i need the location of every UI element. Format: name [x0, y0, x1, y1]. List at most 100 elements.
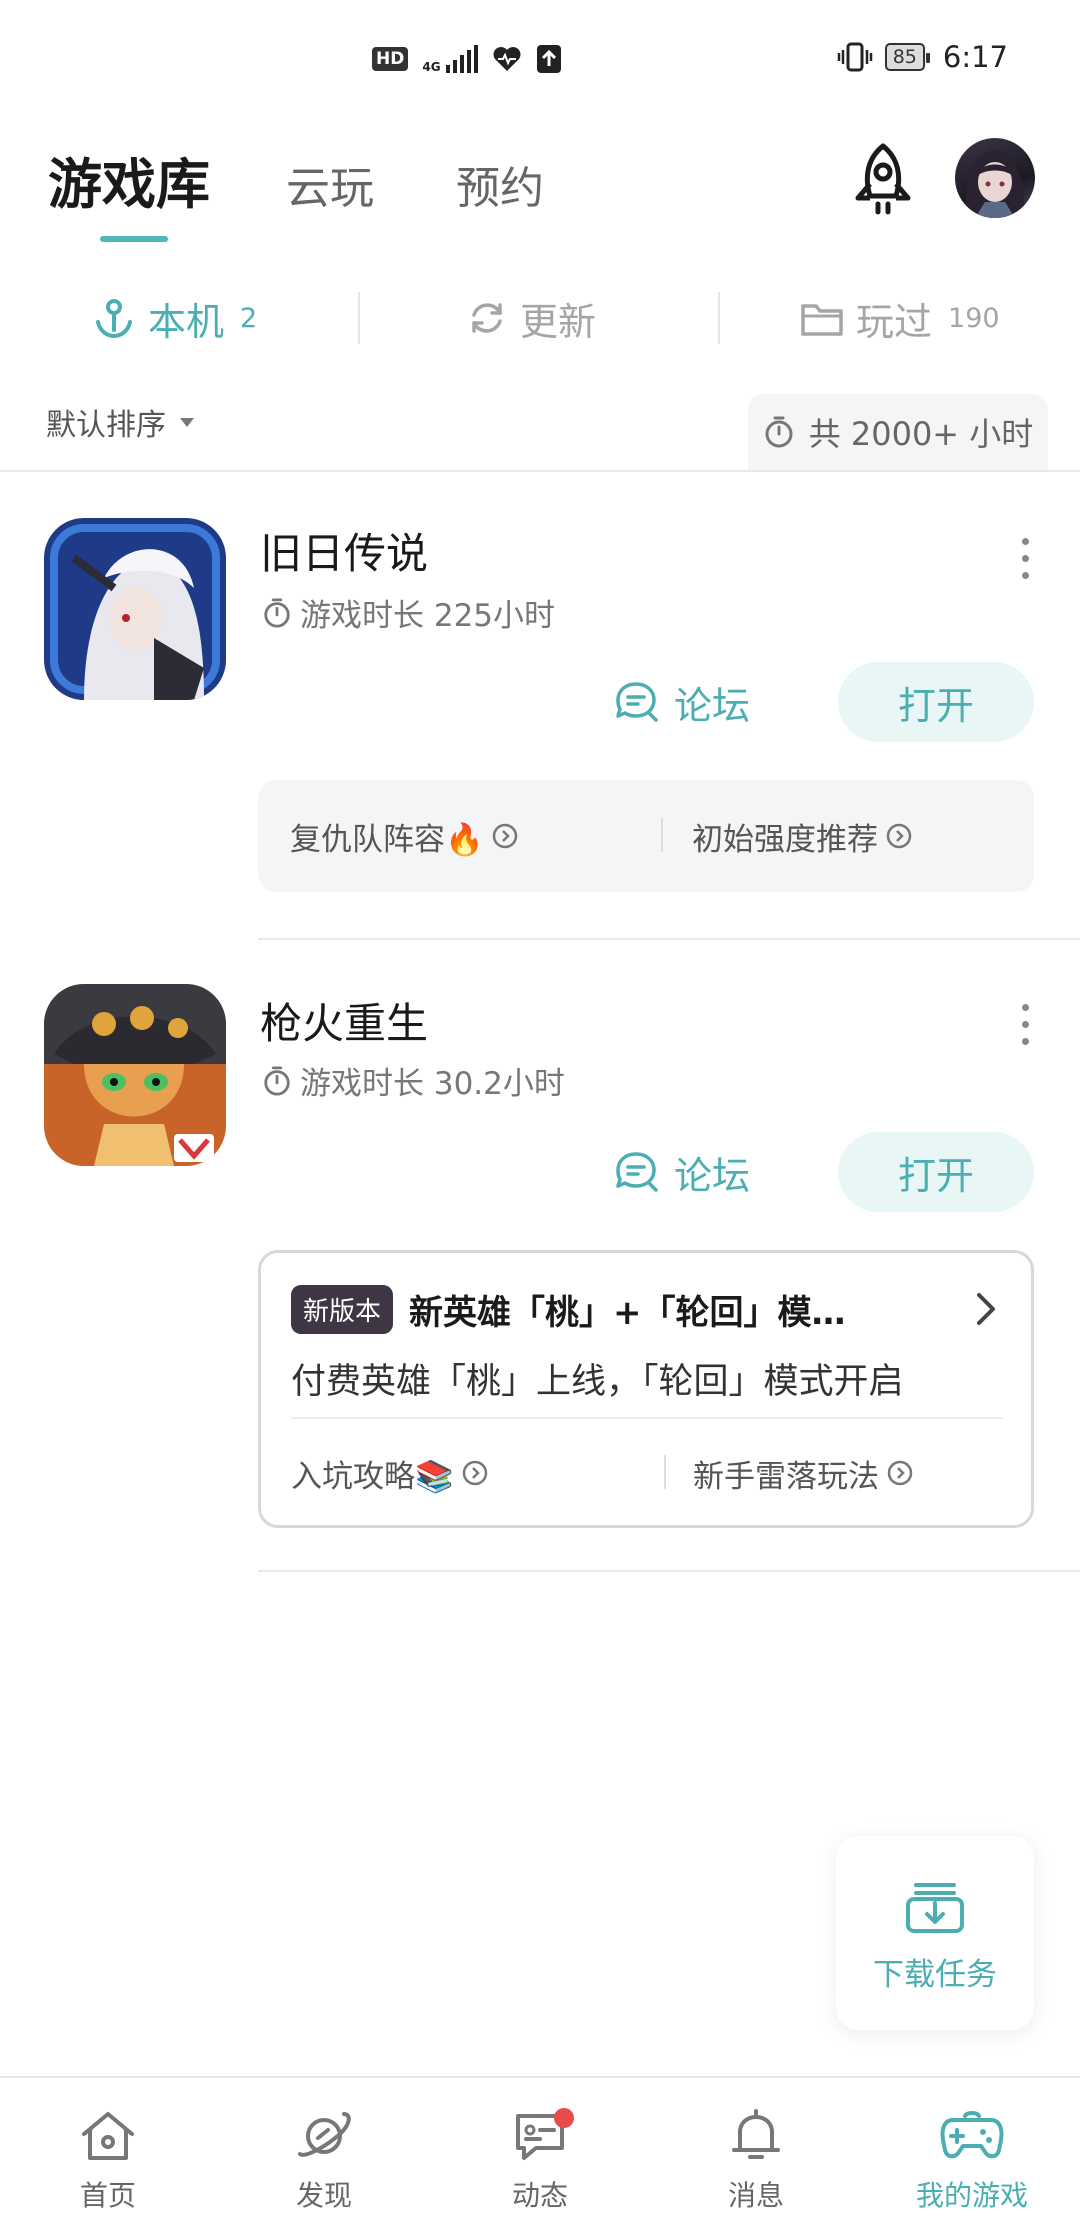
divider — [664, 1455, 666, 1489]
divider — [358, 292, 360, 344]
refresh-icon — [472, 303, 502, 333]
tab-reservation[interactable]: 预约 — [456, 152, 544, 216]
signal-icon: 4G — [422, 45, 479, 73]
more-options-icon[interactable] — [1018, 538, 1032, 579]
nav-label: 消息 — [727, 2179, 784, 2212]
total-playtime-label: 共 2000+ 小时 — [808, 415, 1034, 453]
clock: 6:17 — [942, 40, 1008, 74]
sub-tab-update[interactable]: 更新 — [466, 280, 596, 356]
nav-label: 动态 — [511, 2179, 568, 2212]
forum-label: 论坛 — [674, 683, 751, 728]
download-tasks-button[interactable]: 下载任务 — [836, 1836, 1034, 2030]
sub-tab-played-label: 玩过 — [856, 299, 933, 344]
sub-tab-local[interactable]: 本机 2 — [92, 280, 257, 356]
game-title: 旧日传说 — [260, 529, 429, 578]
tab-game-library[interactable]: 游戏库 — [48, 140, 210, 242]
news-title[interactable]: 新英雄「桃」+「轮回」模… — [409, 1285, 929, 1334]
news-badge: 新版本 — [291, 1285, 394, 1334]
stopwatch-icon — [264, 597, 290, 628]
forum-button[interactable]: 论坛 — [614, 1132, 750, 1212]
anchor-icon — [96, 299, 132, 339]
divider — [258, 1570, 1080, 1572]
nav-item-my-games[interactable]: 我的游戏 — [864, 2078, 1080, 2228]
hd-icon: HD — [372, 47, 409, 71]
arrow-circle-icon — [887, 1460, 913, 1486]
sort-dropdown[interactable]: 默认排序 — [46, 400, 194, 444]
tip-link[interactable]: 复仇队阵容🔥 — [290, 780, 518, 892]
caret-down-icon — [180, 417, 194, 427]
tip-label: 初始强度推荐 — [692, 821, 878, 858]
sub-tab-local-count: 2 — [240, 302, 258, 334]
stopwatch-icon — [765, 416, 793, 448]
upload-icon — [537, 45, 562, 73]
folder-icon — [801, 304, 843, 336]
download-icon — [906, 1882, 964, 1933]
divider — [661, 818, 663, 852]
game-title: 枪火重生 — [260, 999, 429, 1048]
more-options-icon[interactable] — [1018, 1004, 1032, 1045]
sub-tab-played-count: 190 — [948, 302, 1000, 334]
bell-icon — [732, 2109, 780, 2159]
game-playtime: 游戏时长 225小时 — [262, 590, 555, 635]
open-button[interactable]: 打开 — [838, 1132, 1034, 1212]
tip-link[interactable]: 新手雷落玩法 — [693, 1423, 913, 1523]
game-playtime: 游戏时长 30.2小时 — [262, 1058, 565, 1103]
sub-tab-played[interactable]: 玩过 190 — [800, 280, 1000, 356]
divider — [291, 1417, 1003, 1419]
nav-item-discover[interactable]: 发现 — [216, 2078, 432, 2228]
news-tips: 入坑攻略📚 新手雷落玩法 — [261, 1423, 1037, 1523]
game-playtime-label: 游戏时长 225小时 — [300, 598, 556, 634]
tip-label: 入坑攻略📚 — [291, 1458, 454, 1495]
avatar[interactable] — [955, 138, 1035, 218]
game-playtime-label: 游戏时长 30.2小时 — [300, 1066, 565, 1102]
sub-tab-bar: 本机 2 更新 玩过 190 — [0, 280, 1080, 360]
forum-label: 论坛 — [674, 1153, 751, 1198]
nav-item-home[interactable]: 首页 — [0, 2078, 216, 2228]
divider — [0, 470, 1080, 472]
status-bar: HD 4G 85 6:17 — [0, 0, 1080, 120]
tab-cloud-play[interactable]: 云玩 — [286, 152, 374, 216]
nav-label: 首页 — [79, 2179, 136, 2212]
stopwatch-icon — [264, 1065, 290, 1096]
home-icon — [82, 2112, 134, 2160]
divider — [258, 938, 1080, 940]
nav-item-feed[interactable]: 动态 — [432, 2078, 648, 2228]
arrow-circle-icon — [886, 823, 912, 849]
nav-label: 发现 — [295, 2179, 352, 2212]
news-card: 新版本 新英雄「桃」+「轮回」模… 付费英雄「桃」上线，「轮回」模式开启 入坑攻… — [258, 1250, 1034, 1528]
tip-link[interactable]: 入坑攻略📚 — [291, 1423, 488, 1523]
divider — [718, 292, 720, 344]
tip-link[interactable]: 初始强度推荐 — [692, 780, 912, 892]
sort-label: 默认排序 — [46, 408, 166, 443]
sub-tab-local-label: 本机 — [148, 299, 225, 344]
forum-button[interactable]: 论坛 — [614, 662, 750, 742]
battery-icon: 85 — [884, 43, 931, 71]
vibrate-icon — [837, 42, 872, 72]
arrow-circle-icon — [492, 823, 517, 849]
rocket-icon[interactable] — [848, 140, 918, 220]
download-tasks-label: 下载任务 — [873, 1956, 997, 1993]
planet-icon — [298, 2112, 351, 2157]
top-tab-bar: 游戏库 云玩 预约 — [48, 140, 626, 242]
tip-label: 复仇队阵容🔥 — [290, 821, 484, 858]
tip-label: 新手雷落玩法 — [693, 1458, 879, 1495]
arrow-circle-icon — [462, 1460, 487, 1486]
game-icon-gunfire-reborn[interactable] — [44, 984, 226, 1166]
total-playtime: 共 2000+ 小时 — [748, 394, 1048, 470]
news-description: 付费英雄「桃」上线，「轮回」模式开启 — [291, 1362, 904, 1402]
status-indicators: HD 4G — [372, 44, 562, 74]
notification-dot — [554, 2108, 574, 2128]
gamepad-icon — [940, 2111, 1004, 2159]
nav-item-messages[interactable]: 消息 — [648, 2078, 864, 2228]
status-right: 85 6:17 — [837, 40, 1008, 74]
health-icon — [493, 47, 521, 71]
tips-box: 复仇队阵容🔥 初始强度推荐 — [258, 780, 1034, 892]
sub-tab-update-label: 更新 — [520, 299, 597, 344]
game-icon-old-legend[interactable] — [44, 518, 226, 700]
forum-icon — [616, 682, 658, 722]
bottom-nav: 首页 发现 动态 消息 我的游戏 — [0, 2076, 1080, 2228]
open-button[interactable]: 打开 — [838, 662, 1034, 742]
chevron-right-icon[interactable] — [971, 1289, 1001, 1329]
nav-label: 我的游戏 — [915, 2179, 1028, 2212]
forum-icon — [616, 1152, 658, 1192]
